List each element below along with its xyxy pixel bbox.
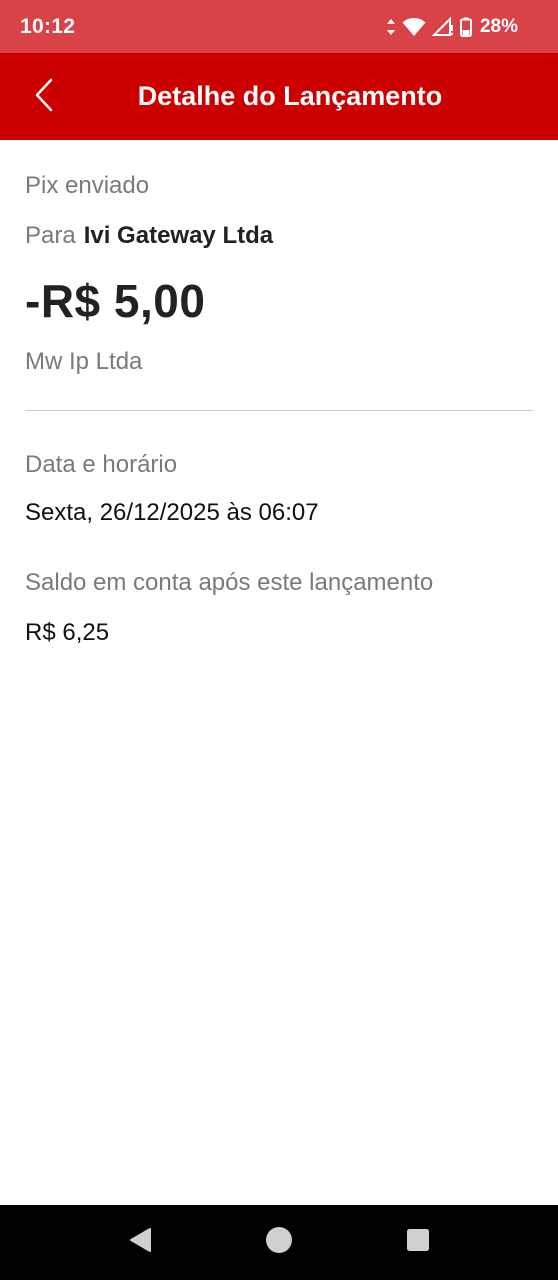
nav-recents-button[interactable] — [378, 1205, 458, 1280]
signal-icon — [431, 16, 454, 37]
status-time: 10:12 — [20, 14, 76, 38]
date-label: Data e horário — [25, 451, 178, 478]
nav-home-icon — [265, 1226, 293, 1259]
recipient-row: Para Ivi Gateway Ltda — [25, 222, 273, 250]
recipient-label: Para — [25, 222, 76, 249]
date-value: Sexta, 26/12/2025 às 06:07 — [25, 499, 319, 526]
nav-back-icon — [128, 1227, 152, 1258]
transaction-type: Pix enviado — [25, 172, 150, 199]
nav-home-button[interactable] — [239, 1205, 319, 1280]
page-title: Detalhe do Lançamento — [137, 81, 443, 111]
nav-back-button[interactable] — [100, 1205, 180, 1280]
institution-name: Mw Ip Ltda — [25, 348, 143, 375]
divider — [25, 410, 533, 411]
recipient-name: Ivi Gateway Ltda — [83, 222, 274, 249]
data-arrows-icon — [386, 18, 396, 36]
status-bar: 10:12 28% — [0, 0, 558, 53]
status-icons: 28% — [386, 16, 518, 38]
wifi-icon — [402, 17, 426, 37]
battery-percentage: 28% — [479, 15, 518, 37]
balance-value: R$ 6,25 — [25, 619, 110, 646]
system-nav-bar — [0, 1205, 558, 1280]
transaction-amount: -R$ 5,00 — [25, 275, 206, 327]
nav-recents-icon — [406, 1228, 430, 1257]
screen: 10:12 28% Detalhe do Lançamento Pix envi… — [0, 0, 558, 1280]
balance-label: Saldo em conta após este lançamento — [25, 569, 434, 596]
battery-icon — [459, 17, 472, 37]
chevron-left-icon — [34, 78, 54, 117]
app-bar: Detalhe do Lançamento — [0, 53, 558, 140]
back-button[interactable] — [22, 75, 66, 119]
